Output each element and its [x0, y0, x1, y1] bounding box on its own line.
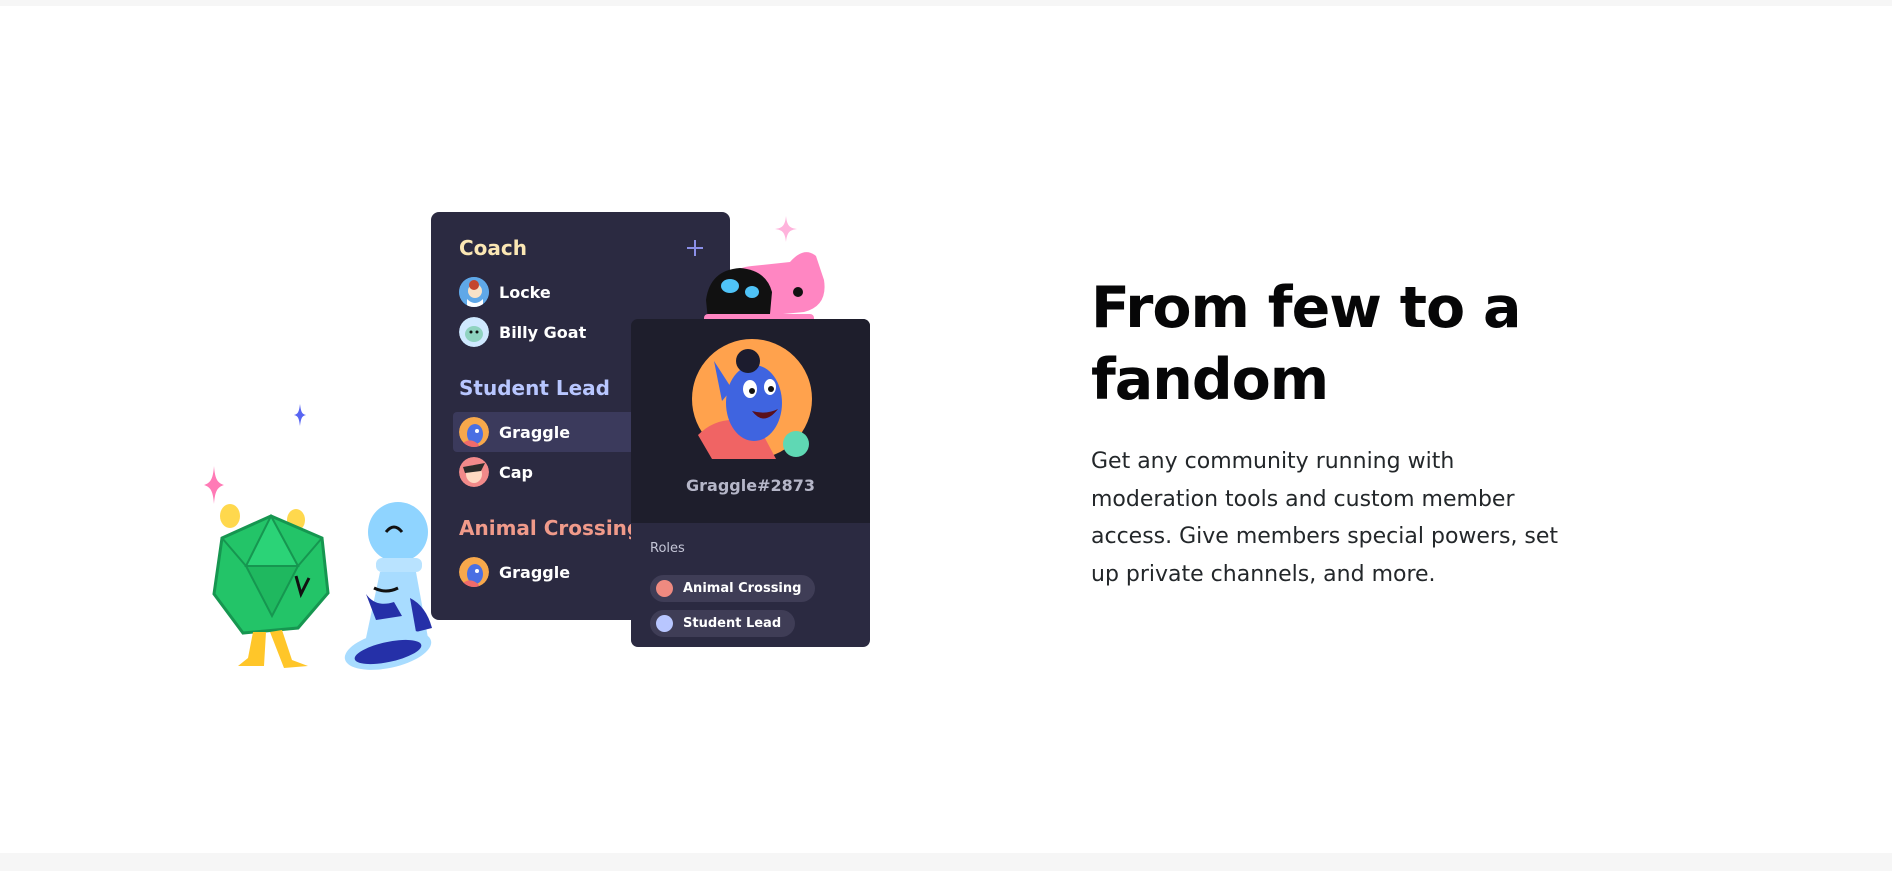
member-name: Locke: [499, 282, 551, 302]
group-title-student-lead: Student Lead: [459, 376, 610, 400]
profile-header: Graggle#2873: [631, 319, 870, 523]
role-pill-animal-crossing[interactable]: Animal Crossing: [650, 575, 816, 602]
member-name: Billy Goat: [499, 322, 587, 342]
member-name: Graggle: [499, 562, 571, 582]
group-title-animal-crossing: Animal Crossing: [459, 516, 642, 540]
feature-section: Coach Locke Billy Goat Student Lead Grag…: [0, 6, 1892, 853]
member-item-locke[interactable]: Locke: [453, 272, 730, 312]
profile-username-tag: Graggle#2873: [686, 476, 815, 495]
group-title-coach: Coach: [459, 236, 528, 260]
online-status-indicator: [783, 431, 809, 457]
locke-avatar: [459, 277, 489, 307]
section-body-text: Get any community running with moderatio…: [1091, 449, 1559, 587]
sparkle-icon-pink-small: [775, 216, 797, 242]
member-name: Cap: [499, 462, 533, 482]
graggle-avatar: [459, 417, 489, 447]
role-pill-student-lead[interactable]: Student Lead: [650, 610, 796, 637]
member-name: Graggle: [499, 422, 571, 442]
role-name: Animal Crossing: [683, 581, 802, 596]
dice-character-illustration: [212, 504, 330, 668]
section-headline: From few to a fandom: [1091, 275, 1521, 413]
cap-avatar: [459, 457, 489, 487]
billy-goat-avatar: [459, 317, 489, 347]
sparkle-icon-blue: [294, 404, 306, 426]
role-color-dot: [656, 615, 673, 632]
role-name: Student Lead: [683, 616, 782, 631]
pawn-character-illustration: [344, 502, 432, 670]
roles-label: Roles: [650, 541, 685, 556]
graggle-avatar: [459, 557, 489, 587]
creature-illustration: [704, 252, 825, 326]
profile-card: Graggle#2873 Roles Animal Crossing Stude…: [631, 319, 870, 647]
role-color-dot: [656, 580, 673, 597]
